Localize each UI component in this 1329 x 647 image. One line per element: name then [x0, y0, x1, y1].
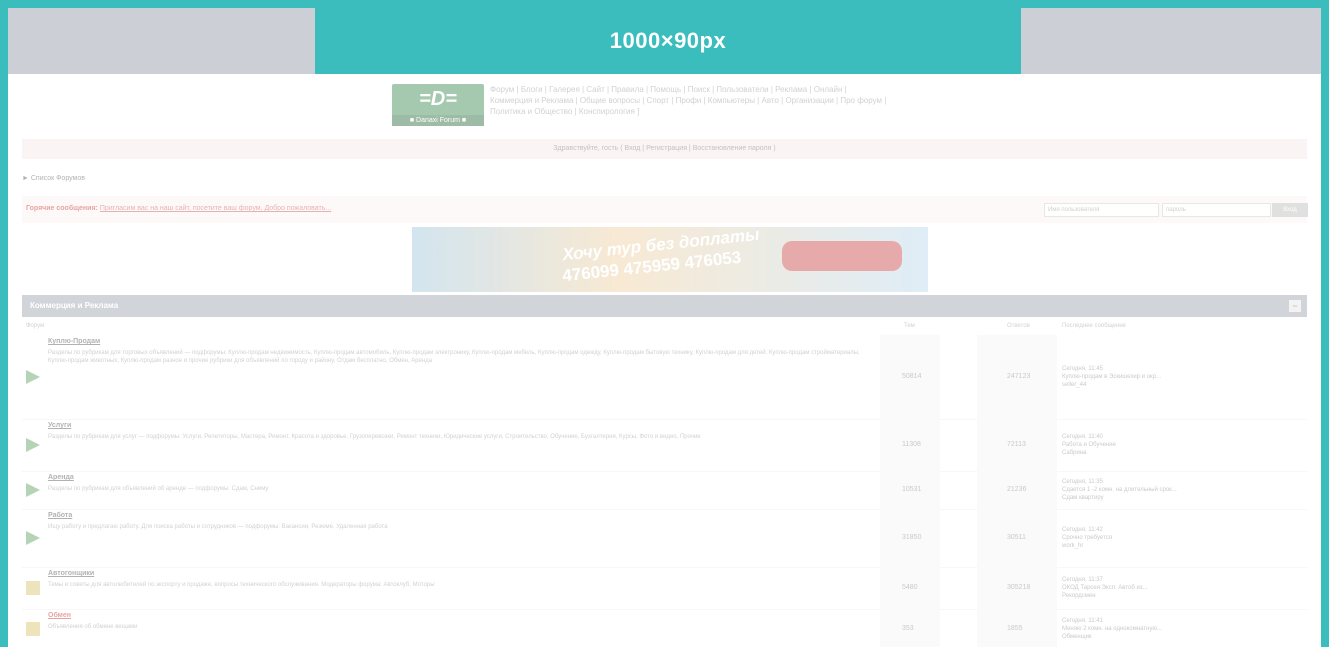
hot-message: Горячие сообщения: Пригласим вас на наш … [26, 205, 331, 212]
forum-description: Разделы по рубрикам для торговых объявле… [48, 350, 860, 364]
post-count: 30511 [1007, 534, 1026, 541]
forum-row: Услуги Разделы по рубрикам для услуг — п… [22, 419, 1307, 472]
last-post-time: Сегодня, 11:37 [1062, 577, 1103, 583]
forum-new-posts-icon [26, 370, 40, 384]
last-post-author[interactable]: Сабрина [1062, 449, 1116, 457]
last-post: Сегодня, 11:37 ОКОД Тарсея Эксп. Автоб и… [1062, 576, 1148, 600]
last-post-topic[interactable]: ОКОД Тарсея Эксп. Автоб из... [1062, 584, 1148, 592]
logo-caption: ■ Danaxi Forum ■ [392, 115, 484, 126]
topic-count: 10531 [902, 486, 922, 493]
last-post: Сегодня, 11:41 Меняю 2 комн. на однокомн… [1062, 617, 1162, 641]
forum-description: Разделы по рубрикам для объявлений об ар… [48, 486, 269, 492]
last-post: Сегодня, 11:40 Работа и Обучение Сабрина [1062, 433, 1116, 457]
forum-title[interactable]: Аренда [48, 474, 74, 481]
nav-line-3[interactable]: Политика и Общество | Конспирология ] [490, 106, 1010, 117]
last-post: Сегодня, 11:35 Сдается 1 -2 комн. на дли… [1062, 478, 1177, 502]
logo-mark: =D= [419, 88, 457, 110]
topic-count: 353 [902, 625, 914, 632]
topic-count: 50814 [902, 373, 922, 380]
topic-count: 5480 [902, 584, 918, 591]
forum-row: Обмен Объявления об обмене вещами 353 18… [22, 609, 1307, 647]
forum-page: =D= ■ Danaxi Forum ■ Форум | Блоги | Гал… [8, 74, 1321, 647]
col-topics: Тем [904, 323, 915, 329]
forum-description: Ищу работу и предлагаю работу. Для поиск… [48, 524, 388, 530]
forum-title[interactable]: Обмен [48, 612, 71, 619]
collapse-icon[interactable]: − [1289, 300, 1301, 312]
last-post-topic[interactable]: Меняю 2 комн. на однокомнатную... [1062, 625, 1162, 633]
forum-row: Аренда Разделы по рубрикам для объявлени… [22, 471, 1307, 510]
nav-line-1[interactable]: Форум | Блоги | Галерея | Сайт | Правила… [490, 84, 1010, 95]
col-posts: Ответов [1007, 323, 1030, 329]
last-post-topic[interactable]: Сдается 1 -2 комн. на длительный срок... [1062, 486, 1177, 494]
login-bar[interactable]: Здравствуйте, гость ( Вход | Регистрация… [22, 139, 1307, 159]
forum-description: Объявления об обмене вещами [48, 624, 138, 630]
post-count: 1855 [1007, 625, 1023, 632]
column-headers: Форум Тем Ответов Последнее сообщение [22, 317, 1307, 335]
post-count: 72113 [1007, 441, 1026, 448]
last-post-author[interactable]: Сдам квартиру [1062, 494, 1177, 502]
last-post-time: Сегодня, 11:40 [1062, 434, 1103, 440]
col-forum: Форум [26, 323, 45, 329]
col-last: Последнее сообщение [1062, 323, 1126, 329]
forum-list-link[interactable]: ► Список Форумов [22, 175, 85, 182]
forum-row: Куплю-Продам Разделы по рубрикам для тор… [22, 335, 1307, 420]
forum-row: Работа Ищу работу и предлагаю работу. Дл… [22, 509, 1307, 568]
last-post-author[interactable]: seller_44 [1062, 381, 1161, 389]
last-post-author[interactable]: Рекордсмен [1062, 592, 1148, 600]
last-post-time: Сегодня, 11:41 [1062, 618, 1103, 624]
category-header: Коммерция и Реклама − [22, 295, 1307, 317]
forum-new-posts-icon [26, 483, 40, 497]
last-post: Сегодня, 11:45 Куплю-продам в Эскишехир … [1062, 365, 1161, 389]
last-post-author[interactable]: work_hr [1062, 542, 1112, 550]
forum-hot-icon [26, 622, 40, 636]
forum-new-posts-icon [26, 531, 40, 545]
forum-row: Автогонщики Темы и советы для автолюбите… [22, 567, 1307, 610]
last-post-topic[interactable]: Срочно требуется [1062, 534, 1112, 542]
login-button[interactable]: Вход [1272, 203, 1308, 217]
post-count: 21236 [1007, 486, 1027, 493]
username-input[interactable]: Имя пользователя [1044, 203, 1159, 217]
site-logo[interactable]: =D= ■ Danaxi Forum ■ [392, 84, 484, 126]
category-title: Коммерция и Реклама [30, 301, 119, 310]
last-post-time: Сегодня, 11:45 [1062, 366, 1103, 372]
forum-title[interactable]: Услуги [48, 422, 71, 429]
hot-messages-bar: Горячие сообщения: Пригласим вас на наш … [22, 196, 1308, 223]
nav-line-2[interactable]: Коммерция и Реклама | Общие вопросы | Сп… [490, 95, 1010, 106]
topic-count: 31850 [902, 534, 922, 541]
forum-description: Темы и советы для автолюбителей по экспо… [48, 582, 435, 588]
hot-message-label: Горячие сообщения: [26, 205, 98, 212]
page-frame: 1000×90px =D= ■ Danaxi Forum ■ Форум | Б… [8, 8, 1321, 647]
password-input[interactable]: пароль [1162, 203, 1271, 217]
forum-new-posts-icon [26, 438, 40, 452]
last-post-time: Сегодня, 11:35 [1062, 479, 1103, 485]
forum-title[interactable]: Работа [48, 512, 72, 519]
topic-count: 11308 [902, 441, 921, 448]
last-post-author[interactable]: Обменщик [1062, 633, 1162, 641]
last-post-time: Сегодня, 11:42 [1062, 527, 1103, 533]
ad-placeholder[interactable]: 1000×90px [315, 8, 1021, 74]
plane-icon [782, 241, 902, 271]
forum-title[interactable]: Куплю-Продам [48, 338, 100, 345]
post-count: 305218 [1007, 584, 1031, 591]
last-post: Сегодня, 11:42 Срочно требуется work_hr [1062, 526, 1112, 550]
post-count: 247123 [1007, 373, 1031, 380]
promo-banner[interactable]: Хочу тур без доплаты 476099 475959 47605… [412, 227, 928, 292]
forum-description: Разделы по рубрикам для услуг — подфорум… [48, 434, 701, 440]
forum-hot-icon [26, 581, 40, 595]
ad-size-label: 1000×90px [609, 28, 727, 53]
forum-title[interactable]: Автогонщики [48, 570, 94, 577]
last-post-topic[interactable]: Работа и Обучение [1062, 441, 1116, 449]
hot-message-link[interactable]: Пригласим вас на наш сайт, посетите ваш … [100, 205, 331, 212]
last-post-topic[interactable]: Куплю-продам в Эскишехир и окр... [1062, 373, 1161, 381]
top-navigation: Форум | Блоги | Галерея | Сайт | Правила… [490, 84, 1010, 117]
